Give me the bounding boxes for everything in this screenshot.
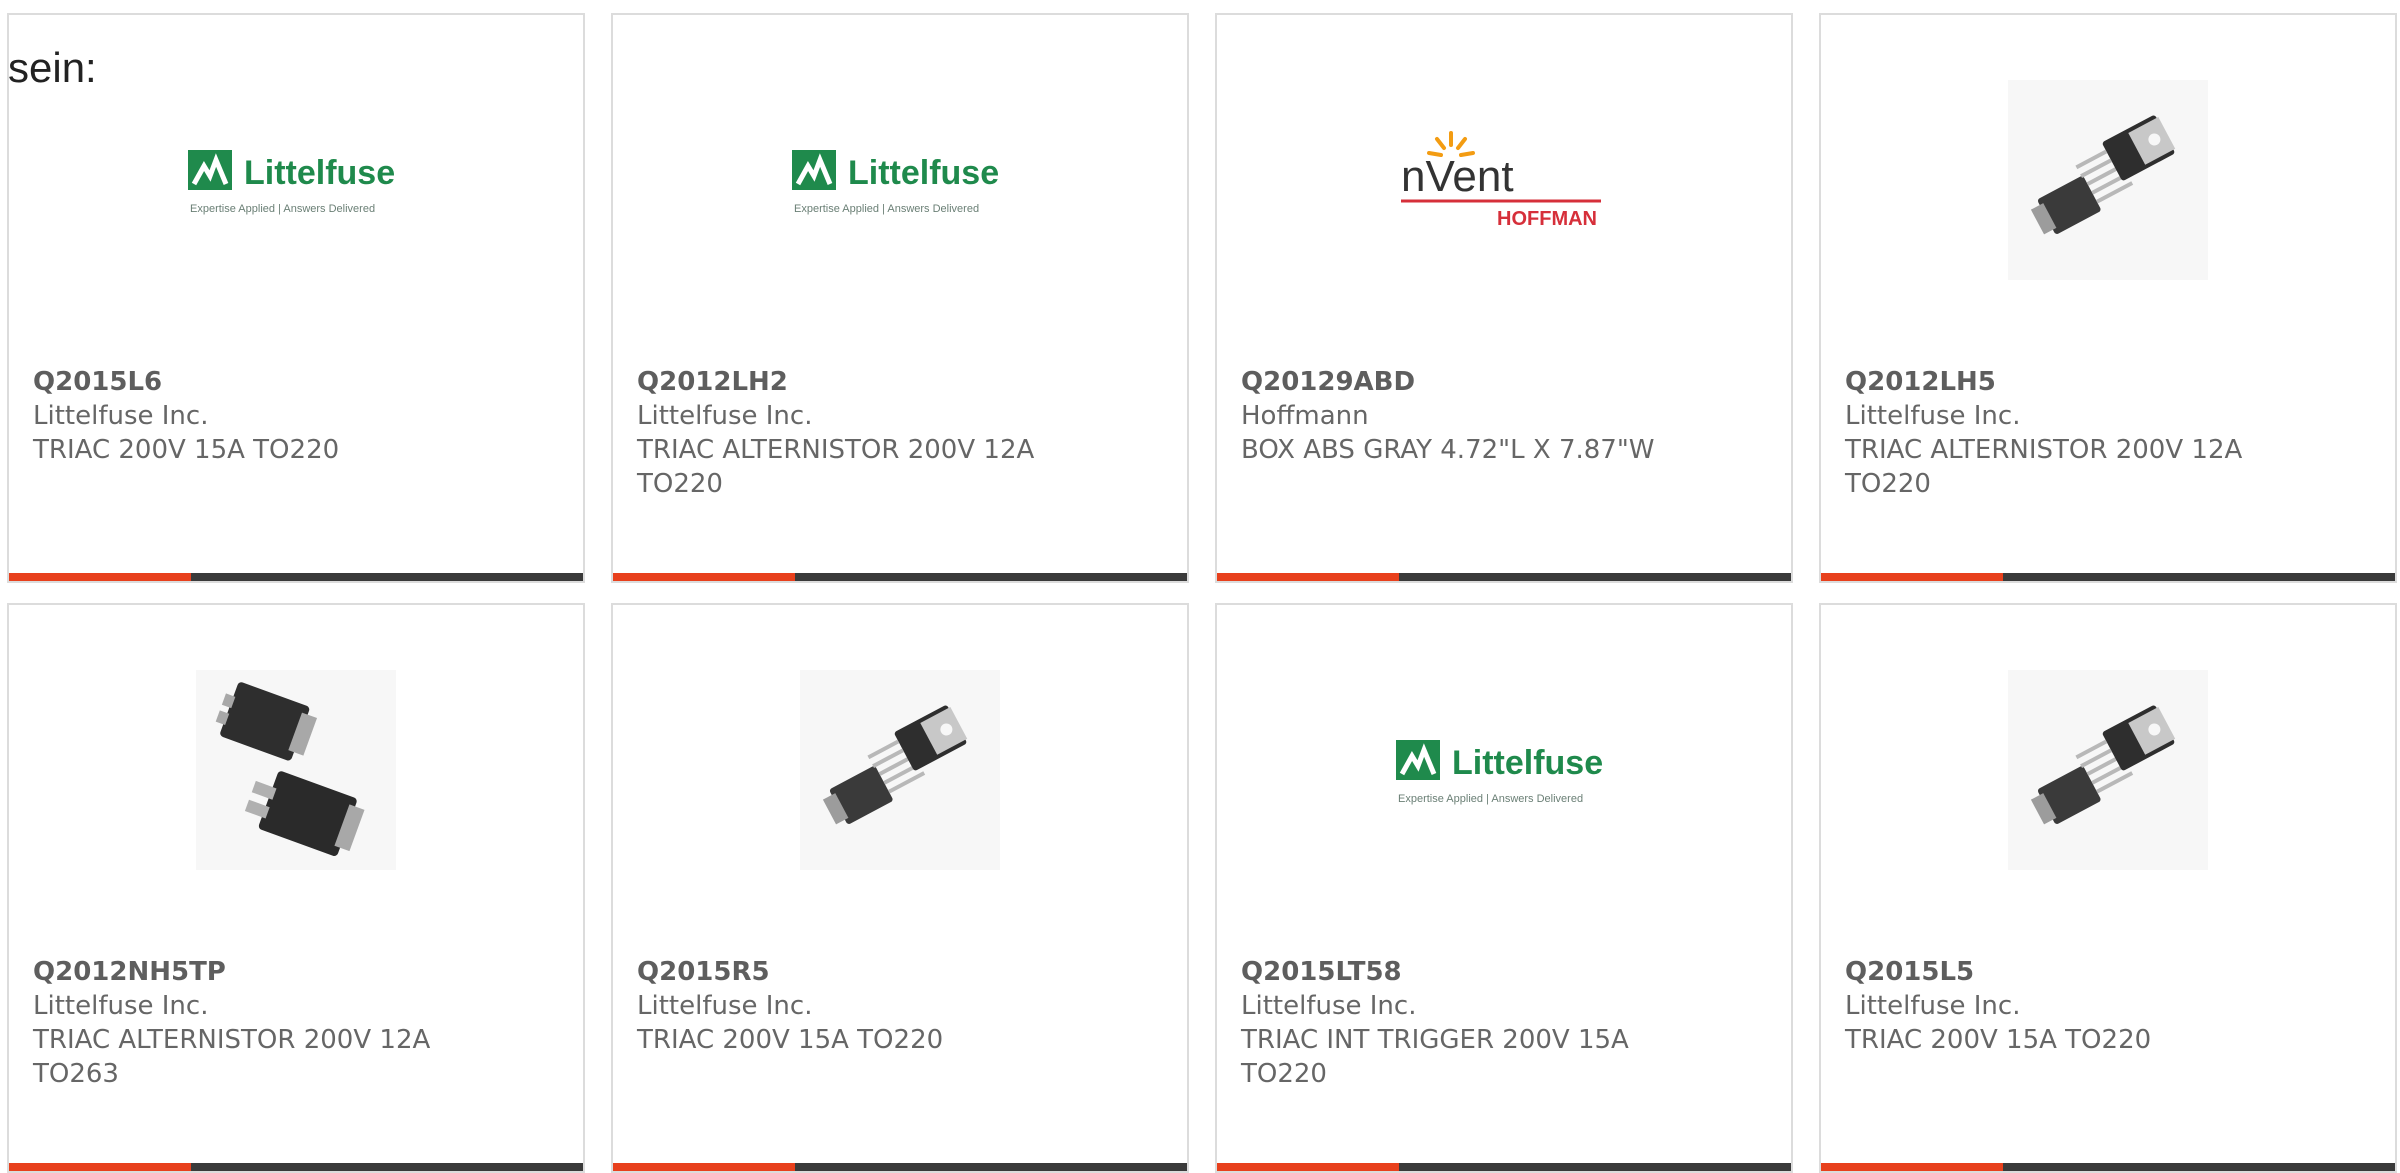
- product-grid: Littelfuse Expertise Applied | Answers D…: [0, 0, 2400, 1173]
- product-description: BOX ABS GRAY 4.72"L X 7.87"W: [1241, 435, 1655, 465]
- manufacturer: Littelfuse Inc.: [637, 991, 813, 1021]
- logo-tagline: Expertise Applied | Answers Delivered: [794, 203, 979, 215]
- product-description: TRIAC ALTERNISTOR 200V 12A TO220: [637, 435, 1035, 499]
- card-bottom-bar: [1217, 1163, 1791, 1171]
- nvent-hoffman-logo-icon: nVent HOFFMAN: [1401, 131, 1601, 230]
- logo-wordmark: Littelfuse: [848, 154, 999, 192]
- manufacturer: Hoffmann: [1241, 401, 1369, 431]
- littelfuse-logo-icon: Littelfuse Expertise Applied | Answers D…: [1396, 740, 1603, 805]
- product-image: Littelfuse Expertise Applied | Answers D…: [613, 75, 1187, 285]
- manufacturer: Littelfuse Inc.: [33, 991, 209, 1021]
- part-number[interactable]: Q2015LT58: [1241, 955, 1751, 989]
- product-info: Q2015R5 Littelfuse Inc. TRIAC 200V 15A T…: [637, 955, 1147, 1057]
- card-bottom-bar: [1217, 573, 1791, 581]
- to220-package-icon: [2008, 80, 2208, 280]
- part-number[interactable]: Q2015L5: [1845, 955, 2355, 989]
- product-card[interactable]: Q2015L5 Littelfuse Inc. TRIAC 200V 15A T…: [1819, 603, 2397, 1173]
- product-image: [9, 665, 583, 875]
- intro-text: sein:: [8, 44, 97, 91]
- littelfuse-logo-icon: Littelfuse Expertise Applied | Answers D…: [792, 150, 999, 215]
- logo-wordmark: nVent: [1401, 152, 1514, 201]
- product-description: TRIAC 200V 15A TO220: [1845, 1025, 2152, 1055]
- product-card[interactable]: Littelfuse Expertise Applied | Answers D…: [1215, 603, 1793, 1173]
- card-bottom-bar: [613, 1163, 1187, 1171]
- product-card[interactable]: Q2012NH5TP Littelfuse Inc. TRIAC ALTERNI…: [7, 603, 585, 1173]
- product-card[interactable]: Littelfuse Expertise Applied | Answers D…: [611, 13, 1189, 583]
- manufacturer: Littelfuse Inc.: [637, 401, 813, 431]
- part-number[interactable]: Q2012LH2: [637, 365, 1147, 399]
- logo-tagline: Expertise Applied | Answers Delivered: [1398, 793, 1583, 805]
- product-info: Q2012LH2 Littelfuse Inc. TRIAC ALTERNIST…: [637, 365, 1147, 501]
- littelfuse-logo-icon: Littelfuse Expertise Applied | Answers D…: [188, 150, 395, 215]
- card-bottom-bar: [613, 573, 1187, 581]
- product-image: Littelfuse Expertise Applied | Answers D…: [9, 75, 583, 285]
- product-image: nVent HOFFMAN: [1217, 75, 1791, 285]
- product-card[interactable]: Q2015R5 Littelfuse Inc. TRIAC 200V 15A T…: [611, 603, 1189, 1173]
- part-number[interactable]: Q2012NH5TP: [33, 955, 543, 989]
- card-bottom-bar: [9, 573, 583, 581]
- to220-package-icon: [2008, 670, 2208, 870]
- product-description: TRIAC 200V 15A TO220: [33, 435, 340, 465]
- part-number[interactable]: Q2015R5: [637, 955, 1147, 989]
- product-info: Q2012NH5TP Littelfuse Inc. TRIAC ALTERNI…: [33, 955, 543, 1091]
- manufacturer: Littelfuse Inc.: [1241, 991, 1417, 1021]
- card-bottom-bar: [1821, 573, 2395, 581]
- logo-tagline: Expertise Applied | Answers Delivered: [190, 203, 375, 215]
- product-image: [1821, 665, 2395, 875]
- product-info: Q2015L5 Littelfuse Inc. TRIAC 200V 15A T…: [1845, 955, 2355, 1057]
- manufacturer: Littelfuse Inc.: [33, 401, 209, 431]
- part-number[interactable]: Q2012LH5: [1845, 365, 2355, 399]
- card-bottom-bar: [1821, 1163, 2395, 1171]
- logo-subbrand: HOFFMAN: [1497, 208, 1597, 230]
- logo-wordmark: Littelfuse: [244, 154, 395, 192]
- product-card[interactable]: Littelfuse Expertise Applied | Answers D…: [7, 13, 585, 583]
- manufacturer: Littelfuse Inc.: [1845, 991, 2021, 1021]
- product-info: Q2012LH5 Littelfuse Inc. TRIAC ALTERNIST…: [1845, 365, 2355, 501]
- product-description: TRIAC INT TRIGGER 200V 15A TO220: [1241, 1025, 1629, 1089]
- to220-package-icon: [800, 670, 1000, 870]
- logo-wordmark: Littelfuse: [1452, 744, 1603, 782]
- part-number[interactable]: Q2015L6: [33, 365, 543, 399]
- product-card[interactable]: Q2012LH5 Littelfuse Inc. TRIAC ALTERNIST…: [1819, 13, 2397, 583]
- product-info: Q2015L6 Littelfuse Inc. TRIAC 200V 15A T…: [33, 365, 543, 467]
- part-number[interactable]: Q20129ABD: [1241, 365, 1751, 399]
- product-description: TRIAC ALTERNISTOR 200V 12A TO263: [33, 1025, 431, 1089]
- product-image: [613, 665, 1187, 875]
- product-image: Littelfuse Expertise Applied | Answers D…: [1217, 665, 1791, 875]
- manufacturer: Littelfuse Inc.: [1845, 401, 2021, 431]
- to263-package-icon: [196, 670, 396, 870]
- product-card[interactable]: nVent HOFFMAN Q20129ABD Hoffmann BOX ABS…: [1215, 13, 1793, 583]
- product-info: Q2015LT58 Littelfuse Inc. TRIAC INT TRIG…: [1241, 955, 1751, 1091]
- product-info: Q20129ABD Hoffmann BOX ABS GRAY 4.72"L X…: [1241, 365, 1751, 467]
- card-bottom-bar: [9, 1163, 583, 1171]
- product-description: TRIAC ALTERNISTOR 200V 12A TO220: [1845, 435, 2243, 499]
- product-description: TRIAC 200V 15A TO220: [637, 1025, 944, 1055]
- product-image: [1821, 75, 2395, 285]
